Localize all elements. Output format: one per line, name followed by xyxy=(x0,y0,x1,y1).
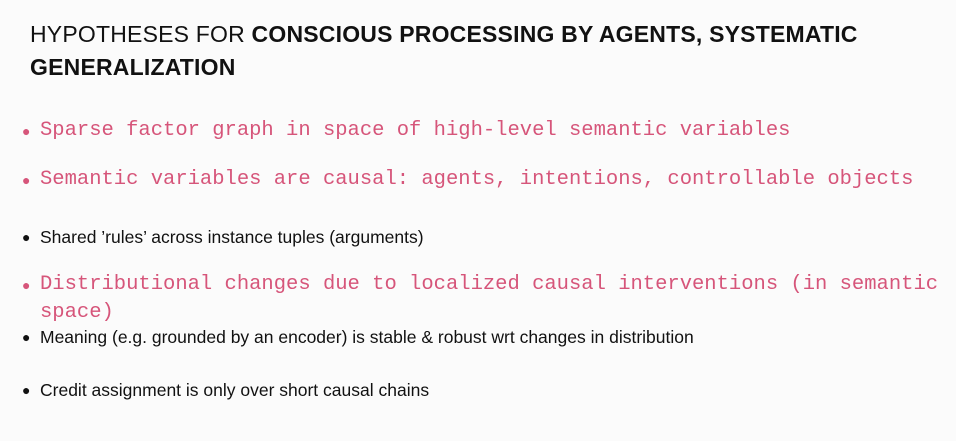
bullet-text-1: Sparse factor graph in space of high-lev… xyxy=(40,119,791,142)
bullet-item-6: ● Credit assignment is only over short c… xyxy=(22,378,942,402)
bullet-dot-icon: ● xyxy=(22,329,31,345)
bullet-dot-icon: ● xyxy=(22,382,31,398)
bullet-item-4: ● Distributional changes due to localize… xyxy=(22,271,942,327)
title-prefix: HYPOTHESES FOR xyxy=(30,21,252,47)
bullet-dot-icon: ● xyxy=(22,123,31,139)
bullet-dot-icon: ● xyxy=(22,229,31,245)
slide: HYPOTHESES FOR CONSCIOUS PROCESSING BY A… xyxy=(0,0,956,441)
bullet-text-5: Meaning (e.g. grounded by an encoder) is… xyxy=(40,327,694,347)
bullet-item-5: ● Meaning (e.g. grounded by an encoder) … xyxy=(22,325,942,349)
bullet-dot-icon: ● xyxy=(22,277,31,293)
bullet-text-3: Shared ’rules’ across instance tuples (a… xyxy=(40,227,424,247)
bullet-item-2: ● Semantic variables are causal: agents,… xyxy=(22,166,942,194)
slide-title: HYPOTHESES FOR CONSCIOUS PROCESSING BY A… xyxy=(30,18,940,84)
bullet-text-4: Distributional changes due to localized … xyxy=(40,273,939,324)
bullet-text-6: Credit assignment is only over short cau… xyxy=(40,380,430,400)
bullet-item-1: ● Sparse factor graph in space of high-l… xyxy=(22,117,942,145)
bullet-dot-icon: ● xyxy=(22,172,31,188)
bullet-text-2: Semantic variables are causal: agents, i… xyxy=(40,168,914,191)
bullet-item-3: ● Shared ’rules’ across instance tuples … xyxy=(22,225,942,249)
